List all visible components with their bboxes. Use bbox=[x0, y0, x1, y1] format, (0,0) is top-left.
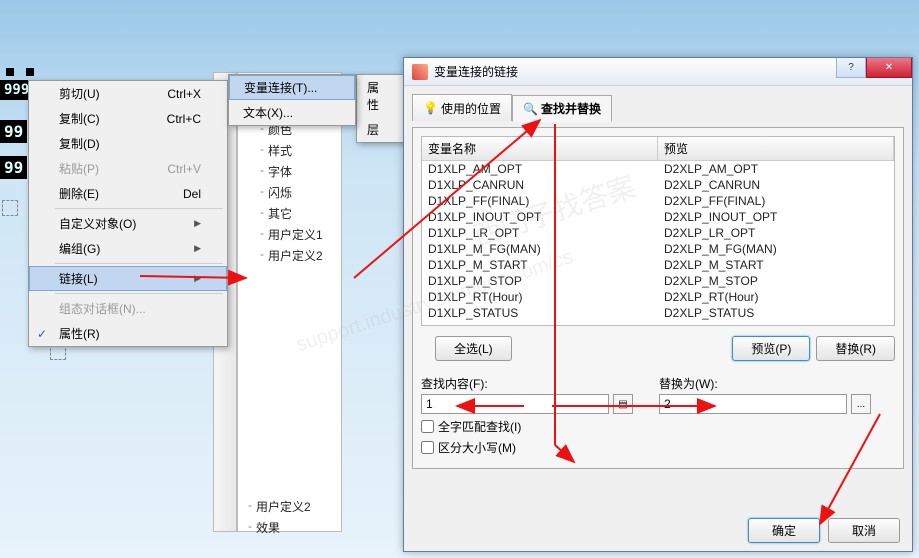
menu-text[interactable]: 文本(X)... bbox=[229, 100, 355, 125]
browse-button[interactable]: ... bbox=[851, 394, 871, 414]
tree-item[interactable]: -用户定义2 bbox=[238, 496, 341, 517]
chevron-right-icon: ▶ bbox=[194, 243, 201, 254]
tree-item[interactable]: -用户定义1 bbox=[238, 224, 341, 245]
select-all-button[interactable]: 全选(L) bbox=[435, 336, 512, 361]
menu-delete[interactable]: 删除(E)Del bbox=[29, 181, 227, 206]
menu-copy[interactable]: 复制(C)Ctrl+C bbox=[29, 106, 227, 131]
menu-custom-object[interactable]: 自定义对象(O)▶ bbox=[29, 211, 227, 236]
help-button[interactable]: ? bbox=[836, 58, 866, 78]
table-row[interactable]: D1XLP_M_FG(MAN)D2XLP_M_FG(MAN) bbox=[422, 241, 894, 257]
cancel-button[interactable]: 取消 bbox=[828, 518, 900, 543]
tree-item[interactable]: -其它 bbox=[238, 203, 341, 224]
replace-input[interactable] bbox=[659, 394, 847, 414]
replace-label: 替换为(W): bbox=[659, 375, 871, 392]
menu-var-link[interactable]: 变量连接(T)... bbox=[229, 75, 355, 100]
lightbulb-icon: 💡 bbox=[423, 101, 437, 115]
dialog-titlebar[interactable]: 变量连接的链接 ? ✕ bbox=[404, 58, 912, 86]
preview-button[interactable]: 预览(P) bbox=[732, 336, 810, 361]
table-row[interactable]: D1XLP_LR_OPTD2XLP_LR_OPT bbox=[422, 225, 894, 241]
tree-item[interactable]: -字体 bbox=[238, 161, 341, 182]
table-row[interactable]: D1XLP_CANRUND2XLP_CANRUN bbox=[422, 177, 894, 193]
context-menu-2[interactable]: 变量连接(T)... 文本(X)... bbox=[228, 74, 356, 126]
variable-link-dialog: 变量连接的链接 ? ✕ 💡 使用的位置 🔍 查找并替换 变量名称 预览 D1XL… bbox=[403, 57, 913, 552]
tree-item[interactable]: -效果 bbox=[238, 517, 341, 538]
table-row[interactable]: D1XLP_STATUSD2XLP_STATUS bbox=[422, 305, 894, 321]
table-row[interactable]: D1XLP_FF(FINAL)D2XLP_FF(FINAL) bbox=[422, 193, 894, 209]
text-obj-3[interactable]: 99 bbox=[0, 156, 27, 179]
menu-layer[interactable]: 层 bbox=[357, 117, 405, 142]
menu-copy-d[interactable]: 复制(D) bbox=[29, 131, 227, 156]
tab-find-replace[interactable]: 🔍 查找并替换 bbox=[512, 95, 612, 122]
chevron-right-icon: ▶ bbox=[194, 218, 201, 229]
property-tree[interactable]: 多重选择 -几何-颜色-样式-字体-闪烁-其它-用户定义1-用户定义2 -用户定… bbox=[237, 72, 342, 532]
table-row[interactable]: D1XLP_AM_OPTD2XLP_AM_OPT bbox=[422, 161, 894, 177]
table-row[interactable]: D1XLP_M_STOPD2XLP_M_STOP bbox=[422, 273, 894, 289]
binoculars-icon: 🔍 bbox=[523, 102, 537, 116]
context-menu-1[interactable]: 剪切(U)Ctrl+X 复制(C)Ctrl+C 复制(D) 粘贴(P)Ctrl+… bbox=[28, 80, 228, 347]
col-variable-name[interactable]: 变量名称 bbox=[422, 137, 658, 160]
menu-properties[interactable]: 属性 bbox=[357, 75, 405, 117]
tab-used-locations[interactable]: 💡 使用的位置 bbox=[412, 94, 512, 121]
dialog-title: 变量连接的链接 bbox=[434, 63, 518, 80]
find-input[interactable] bbox=[421, 394, 609, 414]
variable-list[interactable]: 变量名称 预览 D1XLP_AM_OPTD2XLP_AM_OPTD1XLP_CA… bbox=[421, 136, 895, 326]
selection-handle[interactable] bbox=[2, 200, 18, 216]
text-obj-2[interactable]: 99 bbox=[0, 120, 27, 143]
menu-link[interactable]: 链接(L)▶ bbox=[29, 266, 227, 291]
find-label: 查找内容(F): bbox=[421, 375, 633, 392]
check-icon: ✓ bbox=[37, 327, 47, 341]
table-row[interactable]: D1XLP_RT(Hour)D2XLP_RT(Hour) bbox=[422, 289, 894, 305]
tree-item[interactable]: -闪烁 bbox=[238, 182, 341, 203]
tree-item[interactable]: -样式 bbox=[238, 140, 341, 161]
ok-button[interactable]: 确定 bbox=[748, 518, 820, 543]
menu-cut[interactable]: 剪切(U)Ctrl+X bbox=[29, 81, 227, 106]
menu-paste: 粘贴(P)Ctrl+V bbox=[29, 156, 227, 181]
menu-config-dialog: 组态对话框(N)... bbox=[29, 296, 227, 321]
table-row[interactable]: D1XLP_INOUT_OPTD2XLP_INOUT_OPT bbox=[422, 209, 894, 225]
close-button[interactable]: ✕ bbox=[866, 58, 912, 78]
menu-group[interactable]: 编组(G)▶ bbox=[29, 236, 227, 261]
find-options-button[interactable]: ▤ bbox=[613, 394, 633, 414]
whole-word-checkbox[interactable] bbox=[421, 420, 434, 433]
match-case-checkbox[interactable] bbox=[421, 441, 434, 454]
match-case-label: 区分大小写(M) bbox=[438, 439, 516, 456]
replace-button[interactable]: 替换(R) bbox=[816, 336, 895, 361]
tree-item[interactable]: -用户定义2 bbox=[238, 245, 341, 266]
table-row[interactable]: D1XLP_M_STARTD2XLP_M_START bbox=[422, 257, 894, 273]
menu-properties[interactable]: ✓属性(R) bbox=[29, 321, 227, 346]
chevron-right-icon: ▶ bbox=[194, 273, 201, 284]
col-preview[interactable]: 预览 bbox=[658, 137, 894, 160]
context-menu-3[interactable]: 属性 层 bbox=[356, 74, 406, 143]
app-icon bbox=[412, 64, 428, 80]
whole-word-label: 全字匹配查找(I) bbox=[438, 418, 521, 435]
